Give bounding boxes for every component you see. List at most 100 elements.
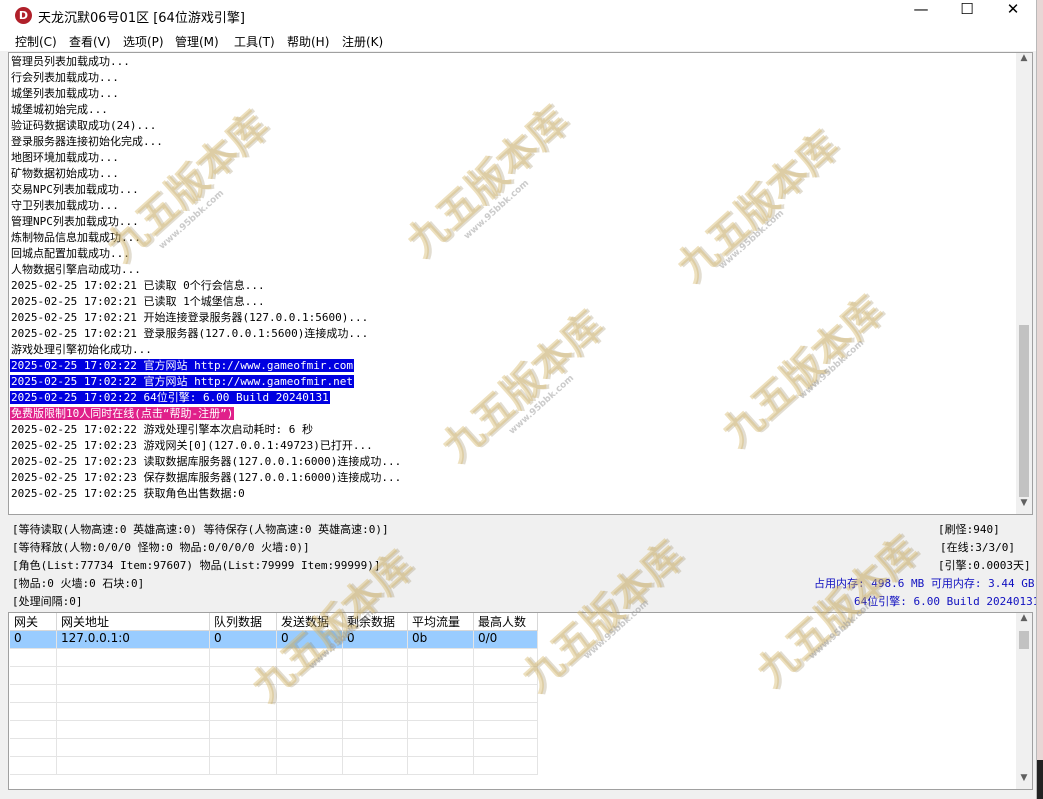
log-line-text: 行会列表加载成功... — [11, 71, 119, 84]
empty-cell — [343, 703, 408, 721]
log-line: 2025-02-25 17:02:23 游戏网关[0](127.0.0.1:49… — [10, 437, 1015, 453]
menu-help[interactable]: 帮助(H) — [287, 33, 329, 50]
menu-register[interactable]: 注册(K) — [342, 33, 383, 50]
log-line: 2025-02-25 17:02:23 保存数据库服务器(127.0.0.1:6… — [10, 469, 1015, 485]
empty-cell — [408, 667, 474, 685]
empty-cell — [210, 685, 277, 703]
app-logo-icon: D — [15, 7, 32, 24]
log-line: 2025-02-25 17:02:22 官方网站 http://www.game… — [10, 373, 1015, 389]
log-line-text: 2025-02-25 17:02:23 保存数据库服务器(127.0.0.1:6… — [11, 471, 402, 484]
log-line: 2025-02-25 17:02:21 已读取 0个行会信息... — [10, 277, 1015, 293]
empty-cell — [210, 649, 277, 667]
cell-avg-traffic: 0b — [408, 631, 474, 649]
log-line-text: 登录服务器连接初始化完成... — [11, 135, 163, 148]
gateway-scrollbar[interactable]: ▲ ▼ — [1016, 613, 1032, 789]
log-line-text: 守卫列表加载成功... — [11, 199, 119, 212]
empty-cell — [277, 703, 343, 721]
status-role-items: [角色(List:77734 Item:97607) 物品(List:79999… — [12, 559, 381, 572]
cell-gateway: 0 — [10, 631, 57, 649]
scroll-up-icon[interactable]: ▲ — [1016, 53, 1032, 69]
menu-view[interactable]: 查看(V) — [69, 33, 111, 50]
menu-options[interactable]: 选项(P) — [123, 33, 164, 50]
col-max-users[interactable]: 最高人数 — [474, 613, 538, 631]
log-line-text: 2025-02-25 17:02:21 登录服务器(127.0.0.1:5600… — [11, 327, 369, 340]
menu-control[interactable]: 控制(C) — [15, 33, 57, 50]
col-queue-data[interactable]: 队列数据 — [210, 613, 277, 631]
menu-tools[interactable]: 工具(T) — [234, 33, 275, 50]
col-gateway[interactable]: 网关 — [10, 613, 57, 631]
empty-cell — [474, 667, 538, 685]
status-online: [在线:3/3/0] — [940, 541, 1015, 554]
cell-max-users: 0/0 — [474, 631, 538, 649]
log-line-text: 2025-02-25 17:02:22 64位引擎: 6.00 Build 20… — [10, 391, 330, 404]
empty-cell — [57, 667, 210, 685]
cell-gateway-address: 127.0.0.1:0 — [57, 631, 210, 649]
log-line: 2025-02-25 17:02:21 已读取 1个城堡信息... — [10, 293, 1015, 309]
gateway-table[interactable]: 网关 网关地址 队列数据 发送数据 剩余数据 平均流量 最高人数 0 127.0… — [8, 612, 1033, 790]
log-line: 登录服务器连接初始化完成... — [10, 133, 1015, 149]
desktop-background — [1036, 0, 1043, 799]
empty-cell — [10, 667, 57, 685]
menu-manage[interactable]: 管理(M) — [175, 33, 219, 50]
col-avg-traffic[interactable]: 平均流量 — [408, 613, 474, 631]
scroll-thumb[interactable] — [1019, 631, 1029, 649]
menu-bar: 控制(C) 查看(V) 选项(P) 管理(M) 工具(T) 帮助(H) 注册(K… — [0, 31, 1036, 51]
log-lines: 管理员列表加载成功... 行会列表加载成功... 城堡列表加载成功... 城堡城初始完… — [10, 53, 1015, 501]
log-line: 验证码数据读取成功(24)... — [10, 117, 1015, 133]
log-line-text: 验证码数据读取成功(24)... — [11, 119, 157, 132]
empty-cell — [343, 757, 408, 775]
empty-cell — [408, 649, 474, 667]
empty-cell — [10, 739, 57, 757]
scroll-thumb[interactable] — [1019, 325, 1029, 497]
log-line: 2025-02-25 17:02:22 官方网站 http://www.game… — [10, 357, 1015, 373]
empty-cell — [210, 721, 277, 739]
log-line-text: 矿物数据初始成功... — [11, 167, 119, 180]
cell-sent-data: 0 — [277, 631, 343, 649]
scroll-down-icon[interactable]: ▼ — [1016, 773, 1032, 789]
scroll-up-icon[interactable]: ▲ — [1016, 613, 1032, 629]
log-panel[interactable]: 管理员列表加载成功... 行会列表加载成功... 城堡列表加载成功... 城堡城初始完… — [8, 52, 1033, 515]
title-bar[interactable]: D 天龙沉默06号01区 [64位游戏引擎] — ☐ ✕ — [0, 0, 1036, 31]
log-line: 2025-02-25 17:02:22 游戏处理引擎本次启动耗时: 6 秒 — [10, 421, 1015, 437]
log-line-text: 免费版限制10人同时在线(点击“帮助-注册”) — [10, 407, 235, 420]
status-build: 64位引擎: 6.00 Build 20240131 — [854, 595, 1037, 608]
empty-cell — [210, 703, 277, 721]
log-line-text: 炼制物品信息加载成功... — [11, 231, 141, 244]
empty-cell — [408, 739, 474, 757]
status-wait-read-save: [等待读取(人物高速:0 英雄高速:0) 等待保存(人物高速:0 英雄高速:0)… — [12, 523, 389, 536]
window-title: 天龙沉默06号01区 [64位游戏引擎] — [38, 11, 245, 26]
close-button[interactable]: ✕ — [990, 0, 1036, 31]
empty-cell — [277, 667, 343, 685]
empty-cell — [408, 757, 474, 775]
log-line: 矿物数据初始成功... — [10, 165, 1015, 181]
maximize-button[interactable]: ☐ — [944, 0, 990, 31]
minimize-button[interactable]: — — [898, 0, 944, 31]
col-remaining-data[interactable]: 剩余数据 — [343, 613, 408, 631]
col-gateway-address[interactable]: 网关地址 — [57, 613, 210, 631]
empty-cell — [474, 703, 538, 721]
col-sent-data[interactable]: 发送数据 — [277, 613, 343, 631]
cell-queue-data: 0 — [210, 631, 277, 649]
status-wait-release: [等待释放(人物:0/0/0 怪物:0 物品:0/0/0/0 火墙:0)] — [12, 541, 310, 554]
empty-cell — [343, 739, 408, 757]
log-line-text: 管理员列表加载成功... — [11, 55, 130, 68]
empty-cell — [10, 721, 57, 739]
log-line-text: 人物数据引擎启动成功... — [11, 263, 141, 276]
empty-cell — [474, 757, 538, 775]
cell-remaining-data: 0 — [343, 631, 408, 649]
status-interval: [处理间隔:0] — [12, 595, 83, 608]
log-line-text: 2025-02-25 17:02:23 读取数据库服务器(127.0.0.1:6… — [11, 455, 402, 468]
log-line-text: 2025-02-25 17:02:22 游戏处理引擎本次启动耗时: 6 秒 — [11, 423, 313, 436]
empty-cell — [277, 739, 343, 757]
log-scrollbar[interactable]: ▲ ▼ — [1016, 53, 1032, 514]
empty-cell — [408, 685, 474, 703]
empty-cell — [210, 757, 277, 775]
empty-cell — [57, 703, 210, 721]
scroll-down-icon[interactable]: ▼ — [1016, 498, 1032, 514]
log-line-text: 交易NPC列表加载成功... — [11, 183, 139, 196]
status-engine-uptime: [引擎:0.0003天] — [938, 559, 1031, 572]
status-memory: 占用内存: 498.6 MB 可用内存: 3.44 GB — [814, 577, 1035, 590]
empty-cell — [210, 739, 277, 757]
log-line: 守卫列表加载成功... — [10, 197, 1015, 213]
log-line: 2025-02-25 17:02:25 获取角色出售数据:0 — [10, 485, 1015, 501]
